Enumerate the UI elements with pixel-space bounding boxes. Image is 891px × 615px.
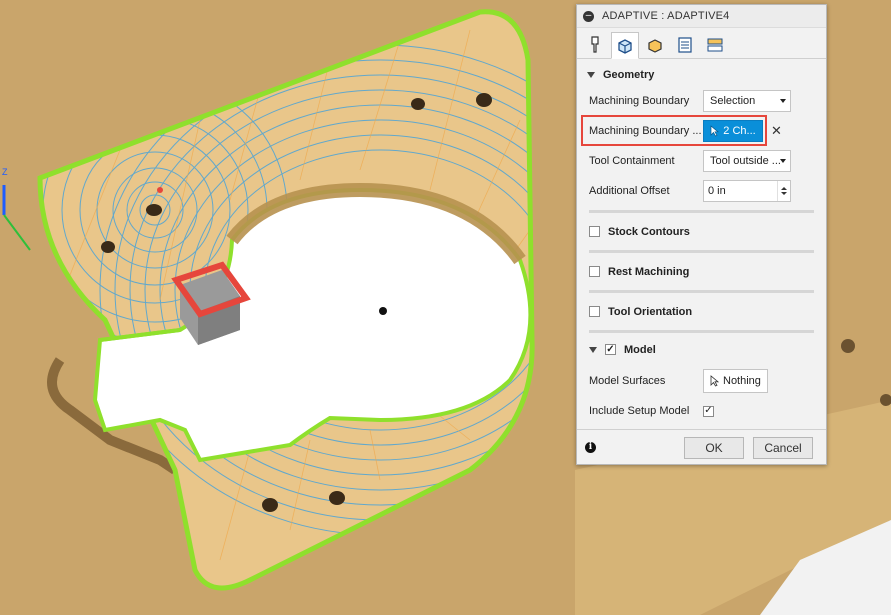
chevron-down-icon: [587, 72, 595, 78]
rest-machining-section[interactable]: Rest Machining: [577, 253, 826, 290]
tool-orientation-checkbox[interactable]: [589, 306, 600, 317]
additional-offset-label: Additional Offset: [589, 185, 670, 197]
tool-containment-dropdown[interactable]: Tool outside ...: [703, 150, 791, 172]
machining-boundary-dropdown[interactable]: Selection: [703, 90, 791, 112]
dialog-title: ADAPTIVE : ADAPTIVE4: [602, 10, 730, 22]
boundary-selection-label: Machining Boundary ...: [589, 125, 702, 137]
dropdown-arrow-icon: [780, 99, 786, 103]
tool-tab-icon: [591, 35, 599, 53]
chevron-down-icon: [589, 346, 597, 353]
linking-tab-icon: [707, 38, 723, 51]
tool-containment-label: Tool Containment: [589, 155, 675, 167]
svg-text:Z: Z: [2, 167, 8, 177]
include-setup-label: Include Setup Model: [589, 405, 690, 417]
model-checkbox[interactable]: ✓: [605, 344, 616, 355]
rest-machining-checkbox[interactable]: [589, 266, 600, 277]
additional-offset-input[interactable]: 0 in: [703, 180, 791, 202]
machining-boundary-row: Machining Boundary Selection: [577, 86, 826, 116]
stock-contours-checkbox[interactable]: [589, 226, 600, 237]
dialog-titlebar[interactable]: – ADAPTIVE : ADAPTIVE4: [577, 5, 826, 28]
cancel-button[interactable]: Cancel: [753, 437, 813, 459]
include-setup-checkbox[interactable]: ✓: [703, 405, 714, 417]
additional-offset-value: 0 in: [708, 185, 726, 197]
machining-boundary-label: Machining Boundary: [589, 95, 690, 107]
tab-heights[interactable]: [641, 31, 669, 58]
cursor-icon: [710, 125, 720, 137]
tool-orientation-label: Tool Orientation: [608, 305, 693, 318]
tab-geometry[interactable]: [611, 32, 639, 59]
boundary-selection-value: 2 Ch...: [723, 125, 756, 137]
geometry-header-label: Geometry: [603, 69, 655, 81]
dialog-tabs: [577, 28, 826, 59]
tab-linking[interactable]: [701, 31, 729, 58]
model-surfaces-row: Model Surfaces Nothing: [577, 366, 826, 396]
dialog-footer: i OK Cancel: [577, 429, 826, 464]
tool-containment-row: Tool Containment Tool outside ...: [577, 146, 826, 176]
machining-boundary-value: Selection: [710, 95, 756, 107]
info-icon[interactable]: i: [585, 441, 596, 453]
model-section-header[interactable]: ✓ Model: [577, 333, 826, 366]
model-header-label: Model: [624, 343, 656, 356]
model-surfaces-label: Model Surfaces: [589, 375, 666, 387]
model-surfaces-value: Nothing: [723, 375, 761, 387]
spin-up-icon[interactable]: [781, 187, 787, 190]
additional-offset-row: Additional Offset 0 in: [577, 176, 826, 206]
rest-machining-label: Rest Machining: [608, 265, 690, 278]
geometry-section-header[interactable]: Geometry: [577, 64, 826, 86]
model-surfaces-button[interactable]: Nothing: [703, 369, 768, 393]
include-setup-row: Include Setup Model ✓: [577, 396, 826, 426]
tab-passes[interactable]: [671, 31, 699, 58]
adaptive-dialog: – ADAPTIVE : ADAPTIVE4 Geometry Machinin…: [576, 4, 827, 465]
cursor-icon: [710, 375, 719, 387]
tab-tool[interactable]: [581, 31, 609, 58]
boundary-selection-button[interactable]: 2 Ch...: [703, 120, 763, 142]
stock-contours-label: Stock Contours: [608, 225, 690, 238]
spin-down-icon[interactable]: [781, 192, 787, 195]
tool-orientation-section[interactable]: Tool Orientation: [577, 293, 826, 330]
dropdown-arrow-icon: [780, 159, 786, 163]
collapse-dialog-icon[interactable]: –: [583, 10, 594, 22]
offset-spinner-arrows[interactable]: [777, 181, 790, 201]
ok-button[interactable]: OK: [684, 437, 744, 459]
boundary-selection-row: Machining Boundary ... 2 Ch... ✕: [577, 115, 826, 146]
heights-tab-icon: [648, 38, 662, 53]
passes-tab-icon: [678, 36, 692, 53]
stock-contours-section[interactable]: Stock Contours: [577, 213, 826, 250]
tool-containment-value: Tool outside ...: [710, 155, 780, 167]
geometry-tab-icon: [618, 38, 632, 54]
clear-selection-icon[interactable]: ✕: [771, 123, 782, 139]
